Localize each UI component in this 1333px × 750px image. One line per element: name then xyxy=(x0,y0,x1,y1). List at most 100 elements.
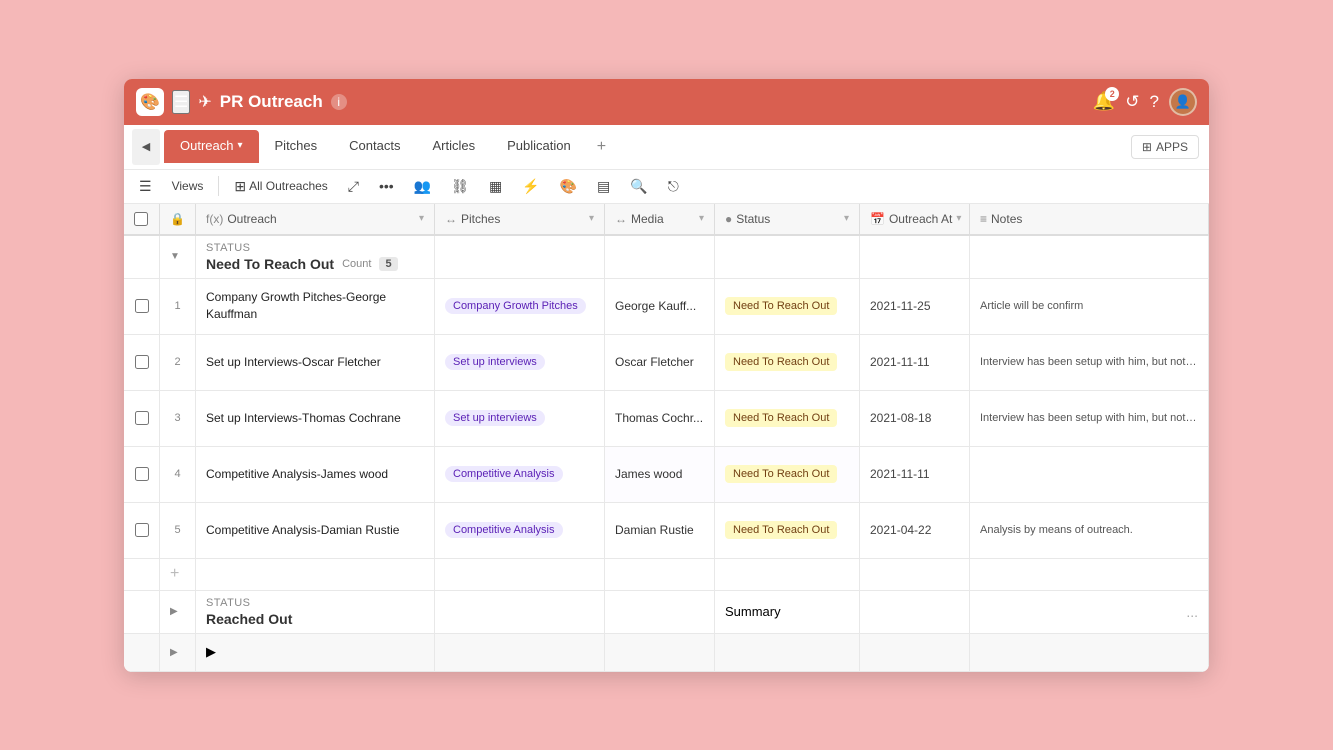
row5-media: Damian Rustie xyxy=(615,523,694,537)
lock-icon: 🔒 xyxy=(170,212,185,226)
group-by-button[interactable]: 👥 xyxy=(407,175,438,198)
add-tab-button[interactable]: + xyxy=(587,132,616,162)
tab-articles[interactable]: Articles xyxy=(416,130,491,163)
group2-dots-button[interactable]: ... xyxy=(1186,604,1198,620)
row5-pitch-tag: Competitive Analysis xyxy=(445,522,563,538)
group1-count-badge: 5 xyxy=(379,257,397,271)
col-media-header[interactable]: ↔ Media ▾ xyxy=(605,204,715,234)
row2-notes: Interview has been setup with him, but n… xyxy=(980,356,1198,368)
row1-checkbox[interactable] xyxy=(135,299,149,313)
col-pitches-header[interactable]: ↔ Pitches ▾ xyxy=(435,204,605,234)
filter-groups-button[interactable]: ⤢ xyxy=(341,175,366,198)
avatar[interactable]: 👤 xyxy=(1169,88,1197,116)
info-icon[interactable]: i xyxy=(331,94,347,110)
hamburger-button[interactable]: ☰ xyxy=(172,90,190,114)
pitches-link-icon: ↔ xyxy=(445,212,457,226)
row5-date-cell: 2021-04-22 xyxy=(860,503,970,558)
outreach-col-label: Outreach xyxy=(227,212,276,226)
row1-pitches-cell[interactable]: Company Growth Pitches xyxy=(435,279,605,334)
add-record-row[interactable]: + xyxy=(124,559,1209,591)
row3-media: Thomas Cochr... xyxy=(615,411,703,425)
row3-checkbox-cell[interactable] xyxy=(124,391,160,446)
row3-outreach-cell[interactable]: Set up Interviews-Thomas Cochrane xyxy=(196,391,435,446)
share-button[interactable]: ⎋ xyxy=(661,175,686,198)
col-notes-header[interactable]: ≡ Notes xyxy=(970,204,1209,234)
row5-outreach-cell[interactable]: Competitive Analysis-Damian Rustie xyxy=(196,503,435,558)
column-header-row: 🔒 f(x) Outreach ▾ ↔ Pitches ▾ ↔ Media ▾ … xyxy=(124,204,1209,236)
add-record-button[interactable]: + xyxy=(160,559,196,590)
app-logo: 🎨 xyxy=(136,88,164,116)
tab-contacts-label: Contacts xyxy=(349,138,400,153)
col-status-header[interactable]: ● Status ▾ xyxy=(715,204,860,234)
row2-checkbox-cell[interactable] xyxy=(124,335,160,390)
row1-pitch-tag: Company Growth Pitches xyxy=(445,298,586,314)
select-all-checkbox[interactable] xyxy=(134,212,148,226)
row4-checkbox[interactable] xyxy=(135,467,149,481)
tab-publication[interactable]: Publication xyxy=(491,130,587,163)
more-options-button[interactable]: ••• xyxy=(372,175,401,197)
all-outreaches-button[interactable]: ⊞ All Outreaches xyxy=(227,175,334,198)
group1-toggle-cell[interactable]: ▼ xyxy=(160,236,196,278)
row1-checkbox-cell[interactable] xyxy=(124,279,160,334)
row5-checkbox[interactable] xyxy=(135,523,149,537)
row5-checkbox-cell[interactable] xyxy=(124,503,160,558)
add-cell-notes xyxy=(970,559,1209,590)
row5-num: 5 xyxy=(174,524,180,536)
col-outreach-header[interactable]: f(x) Outreach ▾ xyxy=(196,204,435,234)
col-outreach-at-header[interactable]: 📅 Outreach At ▾ xyxy=(860,204,970,234)
tab-outreach[interactable]: Outreach ▾ xyxy=(164,130,259,163)
tab-outreach-label: Outreach xyxy=(180,138,233,153)
notifications-button[interactable]: 🔔 2 xyxy=(1093,91,1115,112)
group2-notes-cell[interactable]: ... xyxy=(970,591,1209,633)
search-button[interactable]: ⛓ xyxy=(444,175,476,198)
row4-notes-cell xyxy=(970,447,1209,502)
tab-pitches[interactable]: Pitches xyxy=(259,130,334,163)
row4-outreach: Competitive Analysis-James wood xyxy=(206,466,388,483)
tab-contacts[interactable]: Contacts xyxy=(333,130,416,163)
link-icon: ⛓ xyxy=(451,178,469,195)
row5-status-cell: Need To Reach Out xyxy=(715,503,860,558)
apps-button[interactable]: ⊞ APPS xyxy=(1131,135,1199,159)
row2-outreach-cell[interactable]: Set up Interviews-Oscar Fletcher xyxy=(196,335,435,390)
global-search-button[interactable]: 🔍 xyxy=(623,175,654,198)
toolbar: ☰ Views ⊞ All Outreaches ⤢ ••• 👥 ⛓ ▦ ⚡ 🎨 xyxy=(124,170,1209,204)
row4-outreach-cell[interactable]: Competitive Analysis-James wood xyxy=(196,447,435,502)
views-button[interactable]: Views xyxy=(165,176,211,196)
row1-date: 2021-11-25 xyxy=(870,299,931,313)
row5-pitches-cell[interactable]: Competitive Analysis xyxy=(435,503,605,558)
toolbar-hamburger[interactable]: ☰ xyxy=(132,175,159,198)
row3-pitches-cell[interactable]: Set up interviews xyxy=(435,391,605,446)
apps-label: APPS xyxy=(1156,140,1188,154)
group1-title: Need To Reach Out xyxy=(206,256,334,272)
help-button[interactable]: ? xyxy=(1150,92,1159,112)
row1-outreach-cell[interactable]: Company Growth Pitches-George Kauffman xyxy=(196,279,435,334)
media-sort-icon: ▾ xyxy=(699,213,704,224)
group2-toggle-cell[interactable]: ▶ xyxy=(160,591,196,633)
tab-pitches-label: Pitches xyxy=(275,138,318,153)
table-row: 5 Competitive Analysis-Damian Rustie Com… xyxy=(124,503,1209,559)
row4-checkbox-cell[interactable] xyxy=(124,447,160,502)
row1-notes-cell: Article will be confirm xyxy=(970,279,1209,334)
add-cell-status xyxy=(715,559,860,590)
status-dot-icon: ● xyxy=(725,212,732,226)
row2-pitches-cell[interactable]: Set up interviews xyxy=(435,335,605,390)
table-view-button[interactable]: ▦ xyxy=(482,175,509,198)
row3-checkbox[interactable] xyxy=(135,411,149,425)
group3-toggle-cell[interactable]: ▶ xyxy=(160,634,196,671)
collapse-button[interactable]: ◀ xyxy=(132,129,160,165)
logo-emoji: 🎨 xyxy=(140,92,160,112)
row1-media: George Kauff... xyxy=(615,299,696,313)
views-label: Views xyxy=(172,179,204,193)
plane-icon: ✈ xyxy=(198,92,211,112)
filter-button[interactable]: ⚡ xyxy=(515,175,546,198)
outreach-at-sort-icon: ▾ xyxy=(956,213,961,224)
history-button[interactable]: ↺ xyxy=(1125,92,1139,112)
row4-pitches-cell[interactable]: Competitive Analysis xyxy=(435,447,605,502)
row2-checkbox[interactable] xyxy=(135,355,149,369)
row2-status-cell: Need To Reach Out xyxy=(715,335,860,390)
row3-notes: Interview has been setup with him, but n… xyxy=(980,412,1198,424)
color-button[interactable]: 🎨 xyxy=(553,175,584,198)
tab-publication-label: Publication xyxy=(507,138,571,153)
row-height-button[interactable]: ▤ xyxy=(590,175,617,198)
notes-icon: ≡ xyxy=(980,212,987,226)
